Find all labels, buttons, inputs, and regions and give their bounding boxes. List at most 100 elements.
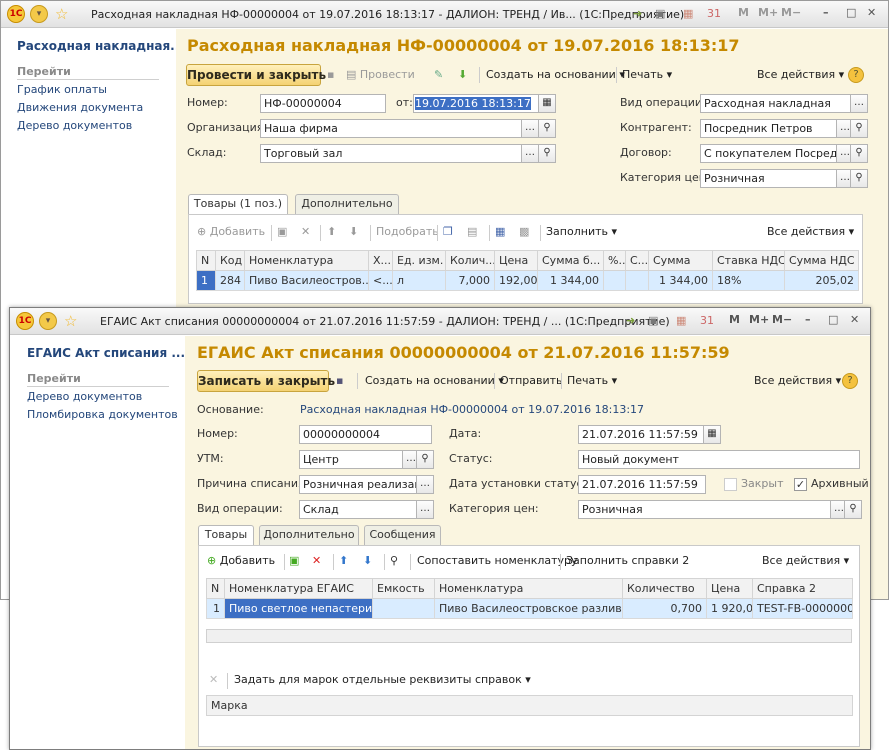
delete-row-icon[interactable]: ✕ [312,553,321,569]
tab-goods[interactable]: Товары [198,525,254,545]
create-based-on-menu[interactable]: Создать на основании ▾ [365,373,504,389]
price-category-field[interactable]: Розничная [700,169,837,188]
col-sum-no-disc[interactable]: Сумма б... [537,250,604,271]
favorite-star-icon[interactable]: ☆ [55,6,68,22]
marks-settings-menu[interactable]: Задать для марок отдельные реквизиты спр… [234,672,531,688]
save-icon[interactable]: ▪ [327,67,334,83]
date-field[interactable]: 21.07.2016 11:57:59 [578,425,704,444]
download-icon[interactable]: ⬇ [458,67,467,83]
col-vat-sum[interactable]: Сумма НДС [784,250,859,271]
col-capacity[interactable]: Емкость [372,578,435,599]
save-icon[interactable]: ▪ [336,373,343,389]
reason-field[interactable]: Розничная реализация [299,475,417,494]
col-certificate-2[interactable]: Справка 2 [752,578,853,599]
move-up-icon[interactable]: ⬆ [339,553,348,569]
counterparty-search-icon[interactable]: ⚲ [850,119,868,138]
date-calendar-icon[interactable]: ▦ [703,425,721,444]
menu-dropdown-icon[interactable]: ▾ [30,5,48,23]
send-button[interactable]: Отправить [500,373,563,389]
barcode-icon[interactable]: ▦ [495,224,505,240]
weigh-icon[interactable]: ▩ [519,224,529,240]
fill-menu[interactable]: Заполнить ▾ [546,224,617,240]
minimize-icon[interactable]: – [823,6,829,19]
close-icon[interactable]: ✕ [867,6,876,19]
operation-field[interactable]: Расходная накладная [700,94,851,113]
sidebar-doc-title[interactable]: ЕГАИС Акт списания ... [27,346,185,360]
utm-field[interactable]: Центр [299,450,403,469]
help-icon[interactable]: ? [848,67,864,83]
col-mark[interactable]: Марка [206,695,853,716]
print-menu[interactable]: Печать ▾ [622,67,672,83]
post-and-close-button[interactable]: Провести и закрыть [186,64,326,86]
col-vat-rate[interactable]: Ставка НДС [712,250,785,271]
print-menu[interactable]: Печать ▾ [567,373,617,389]
1c-logo-icon[interactable]: 1С [7,5,25,23]
price-category-search-icon[interactable]: ⚲ [850,169,868,188]
post-button[interactable]: ▤ Провести [346,67,415,83]
tab-messages[interactable]: Сообщения [364,525,441,545]
col-char[interactable]: Х... [368,250,393,271]
closed-checkbox[interactable] [724,478,737,491]
report-icon[interactable]: ✎ [434,67,443,83]
col-egais-nomenclature[interactable]: Номенклатура ЕГАИС [224,578,373,599]
contract-field[interactable]: С покупателем Посредни [700,144,837,163]
table-row[interactable]: 1 Пиво светлое непастери... Пиво Василеост… [206,598,853,619]
table-all-actions-menu[interactable]: Все действия ▾ [762,553,849,569]
move-up-icon[interactable]: ⬆ [327,224,336,240]
col-nomenclature[interactable]: Номенклатура [434,578,623,599]
org-field[interactable]: Наша фирма [260,119,522,138]
status-date-field[interactable]: 21.07.2016 11:57:59 [578,475,706,494]
col-qty[interactable]: Колич... [445,250,495,271]
go-icon[interactable]: ➜ [633,6,642,22]
operation-select-icon[interactable]: … [850,94,868,113]
sidebar-link-document-sealing[interactable]: Пломбировка документов [27,408,178,421]
date-calendar-icon[interactable]: ▦ [538,94,556,113]
price-category-field[interactable]: Розничная [578,500,839,519]
sidebar-doc-title[interactable]: Расходная накладная... [17,39,184,53]
org-select-icon[interactable]: … [521,119,539,138]
history-icon[interactable]: ▣ [648,313,658,329]
calendar-icon[interactable]: 31 [700,313,714,329]
save-and-close-button[interactable]: Записать и закрыть [197,370,335,392]
all-actions-menu[interactable]: Все действия ▾ [757,67,844,83]
fill-certificates-button[interactable]: Заполнить справки 2 [566,553,689,569]
add-row-button[interactable]: ⊕ Добавить [207,553,275,569]
match-nomenclature-button[interactable]: Сопоставить номенклатуру [417,553,578,569]
create-based-on-menu[interactable]: Создать на основании ▾ [486,67,625,83]
favorite-star-icon[interactable]: ☆ [64,313,77,329]
col-price[interactable]: Цена [494,250,538,271]
sidebar-link-document-tree[interactable]: Дерево документов [27,390,142,403]
counterparty-field[interactable]: Посредник Петров [700,119,837,138]
memory-m-button[interactable]: M [738,6,749,19]
close-icon[interactable]: ✕ [850,313,859,326]
copy-row-icon[interactable]: ▣ [277,224,287,240]
status-field[interactable]: Новый документ [578,450,860,469]
table-row[interactable]: 1 284 Пиво Василеостров... <... л 7,000 192,00… [196,270,859,291]
help-icon[interactable]: ? [842,373,858,389]
memory-mplus-button[interactable]: M+ [749,313,769,326]
operation-select-icon[interactable]: … [416,500,434,519]
search-icon[interactable]: ⚲ [390,553,398,569]
col-n[interactable]: N [196,250,216,271]
move-down-icon[interactable]: ⬇ [363,553,372,569]
pick-button[interactable]: Подобрать [376,224,439,240]
1c-logo-icon[interactable]: 1С [16,312,34,330]
sidebar-link-payment-schedule[interactable]: График оплаты [17,83,107,96]
memory-mminus-button[interactable]: M− [772,313,792,326]
col-nomenclature[interactable]: Номенклатура [244,250,369,271]
memory-mplus-button[interactable]: M+ [758,6,778,19]
sidebar-link-document-movements[interactable]: Движения документа [17,101,143,114]
marks-delete-icon[interactable]: ✕ [209,672,218,688]
basis-link[interactable]: Расходная накладная НФ-00000004 от 19.07… [300,401,644,419]
col-code[interactable]: Код [215,250,245,271]
tab-additional[interactable]: Дополнительно [295,194,399,214]
table-all-actions-menu[interactable]: Все действия ▾ [767,224,854,240]
reason-select-icon[interactable]: … [416,475,434,494]
menu-dropdown-icon[interactable]: ▾ [39,312,57,330]
memory-mminus-button[interactable]: M− [781,6,801,19]
move-down-icon[interactable]: ⬇ [349,224,358,240]
calculator-icon[interactable]: ▦ [676,313,686,329]
maximize-icon[interactable]: □ [828,313,838,326]
utm-search-icon[interactable]: ⚲ [416,450,434,469]
contract-search-icon[interactable]: ⚲ [850,144,868,163]
